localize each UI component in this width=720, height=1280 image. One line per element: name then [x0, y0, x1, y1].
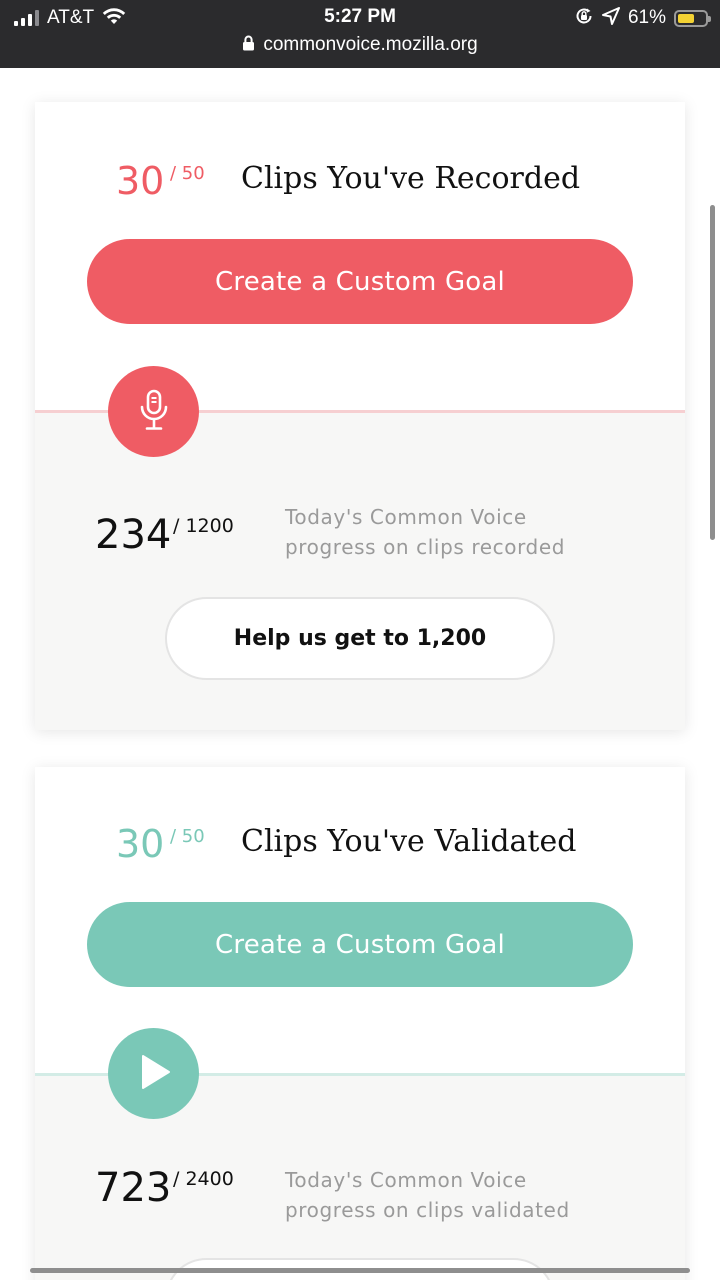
battery-level — [678, 13, 694, 23]
validate-goal-current: 30 — [116, 822, 165, 866]
validate-goal-card: 30 / 50 Clips You've Validated Create a … — [35, 767, 685, 1280]
record-card-title: Clips You've Recorded — [241, 161, 581, 196]
record-card-top: 30 / 50 Clips You've Recorded Create a C… — [35, 102, 685, 411]
record-icon-badge[interactable] — [108, 366, 199, 457]
validate-today-count: 723 — [95, 1165, 172, 1211]
validate-icon-badge[interactable] — [108, 1028, 199, 1119]
record-goal-card: 30 / 50 Clips You've Recorded Create a C… — [35, 102, 685, 730]
validate-card-top: 30 / 50 Clips You've Validated Create a … — [35, 767, 685, 1074]
home-indicator[interactable] — [30, 1268, 690, 1273]
validate-today-description: Today's Common Voice progress on clips v… — [285, 1168, 570, 1222]
record-goal-total: / 50 — [170, 163, 205, 184]
validate-create-goal-button[interactable]: Create a Custom Goal — [87, 902, 633, 987]
orientation-lock-icon — [574, 6, 594, 30]
battery-icon — [674, 9, 711, 27]
lock-icon — [242, 35, 255, 55]
validate-card-title: Clips You've Validated — [241, 824, 577, 859]
record-today-description: Today's Common Voice progress on clips r… — [285, 505, 566, 559]
address-bar[interactable]: commonvoice.mozilla.org — [0, 34, 720, 56]
status-right: 61% — [574, 6, 711, 30]
validate-today-total: / 2400 — [173, 1168, 234, 1190]
battery-percent: 61% — [627, 7, 666, 28]
help-goal-button[interactable]: Help us get to 1,200 — [165, 597, 555, 680]
record-goal-current: 30 — [116, 159, 165, 203]
record-today-count: 234 — [95, 512, 172, 558]
record-create-goal-button[interactable]: Create a Custom Goal — [87, 239, 633, 324]
record-card-bottom: 234 / 1200 Today's Common Voice progress… — [35, 413, 685, 730]
page-scrollbar[interactable] — [710, 205, 715, 540]
location-icon — [601, 7, 620, 29]
play-icon — [134, 1052, 174, 1096]
record-today-total: / 1200 — [173, 515, 234, 537]
status-bar: AT&T 5:27 PM 61% commonvoice.mozilla.org — [0, 0, 720, 68]
url-text[interactable]: commonvoice.mozilla.org — [263, 34, 477, 56]
microphone-icon — [137, 389, 171, 435]
validate-goal-total: / 50 — [170, 826, 205, 847]
